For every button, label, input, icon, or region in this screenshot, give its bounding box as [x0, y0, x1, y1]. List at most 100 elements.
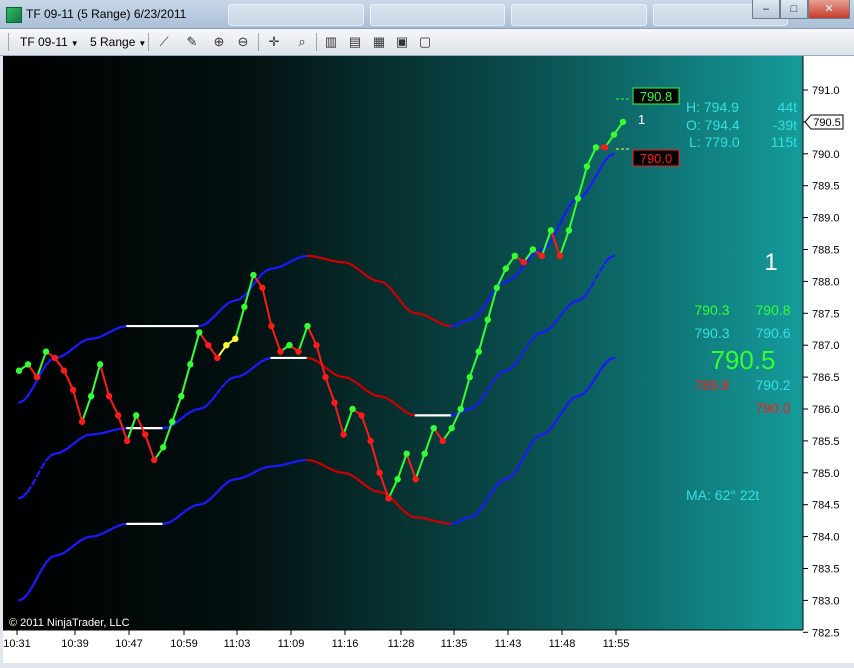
- low-ticks: 115t: [771, 134, 797, 150]
- background-window-tab[interactable]: [511, 4, 647, 26]
- minimize-button[interactable]: –: [752, 0, 780, 19]
- price-point: [214, 355, 220, 361]
- price-point: [133, 412, 139, 418]
- price-point: [449, 425, 455, 431]
- price-point: [584, 163, 590, 169]
- price-point: [440, 438, 446, 444]
- data-box-icon[interactable]: ▣: [393, 33, 411, 51]
- add-indicator-icon[interactable]: ⊕: [210, 33, 228, 51]
- price-axis-label: 782.5: [812, 627, 840, 639]
- price-point: [196, 329, 202, 335]
- pencil-icon[interactable]: ✎: [183, 33, 201, 51]
- price-point: [358, 412, 364, 418]
- price-point: [106, 393, 112, 399]
- template-icon[interactable]: ▢: [416, 33, 434, 51]
- instrument-label: TF 09-11: [20, 35, 68, 49]
- high-label: H: 794.9: [686, 99, 739, 115]
- time-axis-label: 11:35: [441, 638, 468, 650]
- price-axis-label: 785.0: [812, 468, 840, 480]
- price-point: [277, 348, 283, 354]
- price-point: [70, 387, 76, 393]
- line-tool-icon[interactable]: ⟋: [155, 33, 173, 51]
- price-point: [503, 265, 509, 271]
- price-point: [512, 253, 518, 259]
- high-ticks: 44t: [778, 99, 798, 115]
- toolbar-grip: [8, 33, 9, 51]
- price-axis-label: 791.0: [812, 85, 840, 97]
- ma-angle-label: MA: 62° 22t: [686, 487, 759, 503]
- price-axis-label: 783.0: [812, 595, 840, 607]
- price-point: [34, 374, 40, 380]
- price-point: [142, 431, 148, 437]
- price-point: [593, 144, 599, 150]
- price-point: [295, 348, 301, 354]
- time-axis-label: 11:09: [278, 638, 305, 650]
- price-point: [124, 438, 130, 444]
- bar-style-icon[interactable]: ▤: [346, 33, 364, 51]
- price-point: [88, 393, 94, 399]
- price-point: [322, 374, 328, 380]
- price-axis-label: 789.5: [812, 181, 840, 193]
- price-point: [241, 304, 247, 310]
- instrument-dropdown[interactable]: TF 09-11▼: [20, 33, 79, 51]
- open-ticks: -39t: [773, 117, 797, 133]
- last-price-value: 790.5: [813, 117, 841, 129]
- price-axis-label: 784.5: [812, 500, 840, 512]
- price-axis-label: 786.5: [812, 372, 840, 384]
- price-axis-label: 787.5: [812, 308, 840, 320]
- price-point: [232, 336, 238, 342]
- time-axis-label: 10:59: [170, 638, 198, 650]
- remove-indicator-icon[interactable]: ⊖: [234, 33, 252, 51]
- ladder-r3-right: 790.2: [755, 377, 790, 393]
- price-point: [151, 457, 157, 463]
- price-point: [539, 253, 545, 259]
- price-point: [286, 342, 292, 348]
- price-point: [205, 342, 211, 348]
- price-point: [557, 253, 563, 259]
- background-window-tab[interactable]: [228, 4, 364, 26]
- ladder-r4-right: 790.0: [755, 400, 790, 416]
- price-point: [16, 368, 22, 374]
- ladder-r2-right: 790.6: [755, 325, 790, 341]
- time-axis-label: 11:55: [603, 638, 630, 650]
- price-point: [403, 450, 409, 456]
- close-button[interactable]: ✕: [808, 0, 850, 19]
- price-point: [223, 342, 229, 348]
- price-point: [160, 444, 166, 450]
- chart-area[interactable]: 791.0790.5790.0789.5789.0788.5788.0787.5…: [3, 56, 854, 663]
- projected-high-value: 790.8: [640, 89, 673, 104]
- time-axis-label: 11:03: [224, 638, 251, 650]
- time-axis-label: 11:16: [332, 638, 359, 650]
- price-point: [97, 361, 103, 367]
- price-chart[interactable]: 791.0790.5790.0789.5789.0788.5788.0787.5…: [3, 56, 854, 663]
- background-window-tab[interactable]: [370, 4, 506, 26]
- window-controls: – □ ✕: [752, 0, 850, 19]
- price-point: [79, 419, 85, 425]
- price-point: [566, 227, 572, 233]
- chart-trader-icon[interactable]: ▥: [322, 33, 340, 51]
- price-point: [250, 272, 256, 278]
- price-point: [421, 450, 427, 456]
- time-axis-label: 11:48: [549, 638, 576, 650]
- window-title: TF 09-11 (5 Range) 6/23/2011: [26, 7, 186, 21]
- ladder-r3-left: 789.8: [694, 377, 729, 393]
- background-windows: [228, 2, 788, 24]
- price-point: [575, 195, 581, 201]
- ladder-r2-left: 790.3: [694, 325, 729, 341]
- price-point: [530, 246, 536, 252]
- maximize-button[interactable]: □: [780, 0, 808, 19]
- interval-dropdown[interactable]: 5 Range▼: [90, 33, 146, 51]
- ladder-r1-left: 790.3: [694, 302, 729, 318]
- title-bar: TF 09-11 (5 Range) 6/23/2011 – □ ✕: [0, 0, 854, 29]
- time-axis-label: 10:39: [61, 638, 89, 650]
- toolbar-separator: [258, 33, 259, 51]
- price-axis-label: 786.0: [812, 404, 840, 416]
- price-point: [548, 227, 554, 233]
- low-label: L: 779.0: [689, 134, 740, 150]
- chart-properties-icon[interactable]: ▦: [370, 33, 388, 51]
- time-axis-label: 10:31: [3, 638, 31, 650]
- crosshair-icon[interactable]: ✛: [265, 33, 283, 51]
- price-point: [611, 131, 617, 137]
- price-point: [331, 399, 337, 405]
- zoom-icon[interactable]: ⌕: [293, 33, 311, 51]
